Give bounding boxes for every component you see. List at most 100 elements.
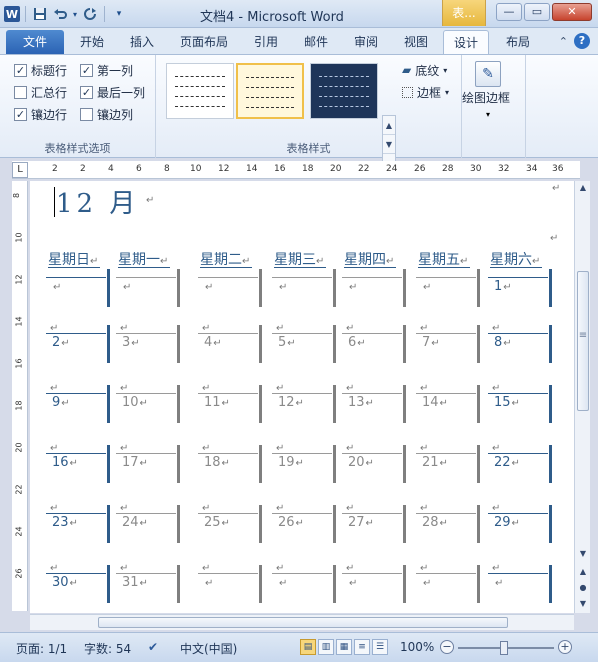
calendar-cell[interactable]: ↵ 4↵ (198, 323, 264, 367)
tab-page-layout[interactable]: 页面布局 (172, 30, 236, 54)
outline-icon[interactable]: ≡ (354, 639, 370, 655)
save-icon[interactable] (31, 5, 49, 23)
horizontal-scrollbar[interactable] (30, 614, 574, 630)
tab-references[interactable]: 引用 (246, 30, 286, 54)
proofing-icon[interactable]: ✔ (148, 640, 158, 654)
customize-qat-icon[interactable]: ▾ (110, 5, 128, 23)
checkbox-box[interactable]: ✓ (80, 63, 93, 77)
tab-layout[interactable]: 布局 (496, 30, 540, 54)
page-count[interactable]: 页面: 1/1 (16, 640, 67, 657)
maximize-button[interactable]: ▭ (524, 3, 550, 21)
zoom-out-button[interactable]: − (440, 640, 454, 654)
checkbox-box[interactable]: ✓ (14, 107, 27, 121)
checkbox-box[interactable]: ✓ (80, 85, 93, 99)
tab-review[interactable]: 审阅 (346, 30, 386, 54)
borders-button[interactable]: 边框 ▾ (402, 83, 449, 101)
calendar-cell[interactable]: ↵ 26↵ (272, 503, 338, 547)
checkbox-last-column[interactable]: ✓ 最后一列 (80, 83, 145, 101)
calendar-cell[interactable]: ↵ 6↵ (342, 323, 408, 367)
scroll-up-icon[interactable]: ▲ (575, 181, 591, 195)
table-style-thumb-selected[interactable] (236, 63, 304, 119)
calendar-cell[interactable]: ↵ 21↵ (416, 443, 482, 487)
web-layout-icon[interactable]: ▦ (336, 639, 352, 655)
word-count[interactable]: 字数: 54 (84, 640, 131, 657)
calendar-cell[interactable]: ↵ 15↵ (488, 383, 554, 427)
document-page[interactable]: 12 月 ↵ ↵ ↵ 星期日↵ 星期一↵ 星期二↵ 星期三↵ 星期四↵ 星期五↵ 星期六↵ … (30, 181, 574, 613)
undo-dropdown-icon[interactable]: ▾ (71, 5, 79, 23)
language-indicator[interactable]: 中文(中国) (180, 640, 237, 657)
tab-design[interactable]: 设计 (443, 30, 489, 54)
calendar-cell[interactable]: ↵ 7↵ (416, 323, 482, 367)
calendar-cell[interactable]: ↵ 5↵ (272, 323, 338, 367)
calendar-cell[interactable]: ↵ 23↵ (46, 503, 112, 547)
day-header[interactable]: 星期四↵ (344, 249, 394, 269)
day-header[interactable]: 星期日↵ (48, 249, 98, 269)
table-tools-context-tab[interactable]: 表... (442, 0, 486, 26)
day-header[interactable]: 星期二↵ (200, 249, 250, 269)
checkbox-header-row[interactable]: ✓ 标题行 (14, 61, 67, 79)
checkbox-banded-columns[interactable]: 镶边列 (80, 105, 133, 123)
next-page-icon[interactable]: ▼ (575, 597, 591, 611)
zoom-slider-thumb[interactable] (500, 641, 508, 655)
calendar-cell[interactable]: ↵ 16↵ (46, 443, 112, 487)
gallery-down-icon[interactable]: ▼ (383, 135, 395, 154)
draft-icon[interactable]: ☰ (372, 639, 388, 655)
minimize-button[interactable]: — (496, 3, 522, 21)
calendar-cell[interactable]: ↵ (46, 267, 112, 311)
month-heading[interactable]: 12 月 (56, 183, 139, 220)
calendar-cell[interactable]: ↵ ↵ (342, 563, 408, 607)
calendar-cell[interactable]: ↵ (116, 267, 182, 311)
undo-icon[interactable] (51, 5, 69, 23)
vertical-ruler[interactable]: 8 10 12 14 16 18 20 22 24 26 (12, 181, 28, 611)
calendar-cell[interactable]: ↵ 10↵ (116, 383, 182, 427)
day-header[interactable]: 星期三↵ (274, 249, 324, 269)
tab-home[interactable]: 开始 (72, 30, 112, 54)
checkbox-box[interactable]: ✓ (14, 63, 27, 77)
calendar-cell[interactable]: ↵ (272, 267, 338, 311)
calendar-cell[interactable]: ↵ 11↵ (198, 383, 264, 427)
calendar-cell[interactable]: ↵ 13↵ (342, 383, 408, 427)
calendar-cell[interactable]: ↵ ↵ (416, 563, 482, 607)
vertical-scroll-thumb[interactable] (577, 271, 589, 411)
tab-selector[interactable]: L (12, 162, 28, 178)
zoom-in-button[interactable]: + (558, 640, 572, 654)
calendar-cell[interactable]: ↵ 25↵ (198, 503, 264, 547)
calendar-cell[interactable]: ↵ 2↵ (46, 323, 112, 367)
print-layout-icon[interactable]: ▤ (300, 639, 316, 655)
day-header[interactable]: 星期六↵ (490, 249, 540, 269)
checkbox-total-row[interactable]: 汇总行 (14, 83, 67, 101)
calendar-cell[interactable]: ↵ 31↵ (116, 563, 182, 607)
zoom-level[interactable]: 100% (400, 640, 434, 654)
horizontal-scroll-thumb[interactable] (98, 617, 508, 628)
tab-insert[interactable]: 插入 (122, 30, 162, 54)
calendar-cell[interactable]: ↵ 18↵ (198, 443, 264, 487)
browse-object-icon[interactable]: ● (575, 581, 591, 595)
calendar-cell[interactable]: ↵ ↵ (198, 563, 264, 607)
checkbox-box[interactable] (80, 107, 93, 121)
calendar-cell[interactable]: ↵ 28↵ (416, 503, 482, 547)
tab-view[interactable]: 视图 (396, 30, 436, 54)
help-icon[interactable]: ? (574, 33, 590, 49)
calendar-cell[interactable]: ↵ 8↵ (488, 323, 554, 367)
full-screen-reading-icon[interactable]: ▥ (318, 639, 334, 655)
minimize-ribbon-icon[interactable]: ⌃ (559, 35, 568, 48)
prev-page-icon[interactable]: ▲ (575, 565, 591, 579)
tab-mailings[interactable]: 邮件 (296, 30, 336, 54)
vertical-scrollbar[interactable]: ▲ ▼ ▲ ● ▼ (574, 181, 590, 613)
calendar-cell[interactable]: ↵ 24↵ (116, 503, 182, 547)
calendar-cell[interactable]: ↵ 22↵ (488, 443, 554, 487)
calendar-cell[interactable]: ↵ 17↵ (116, 443, 182, 487)
calendar-cell[interactable]: ↵ 14↵ (416, 383, 482, 427)
shading-button[interactable]: ▰ 底纹 ▾ (402, 61, 447, 79)
calendar-cell[interactable]: ↵ 30↵ (46, 563, 112, 607)
calendar-cell[interactable]: ↵ ↵ (488, 563, 554, 607)
calendar-cell[interactable]: ↵ 29↵ (488, 503, 554, 547)
calendar-cell[interactable]: ↵ ↵ (272, 563, 338, 607)
redo-icon[interactable] (81, 5, 99, 23)
day-header[interactable]: 星期一↵ (118, 249, 168, 269)
calendar-cell[interactable]: ↵ 9↵ (46, 383, 112, 427)
calendar-cell[interactable]: 1↵ (488, 267, 554, 311)
calendar-cell[interactable]: ↵ 12↵ (272, 383, 338, 427)
checkbox-box[interactable] (14, 85, 27, 99)
day-header[interactable]: 星期五↵ (418, 249, 468, 269)
